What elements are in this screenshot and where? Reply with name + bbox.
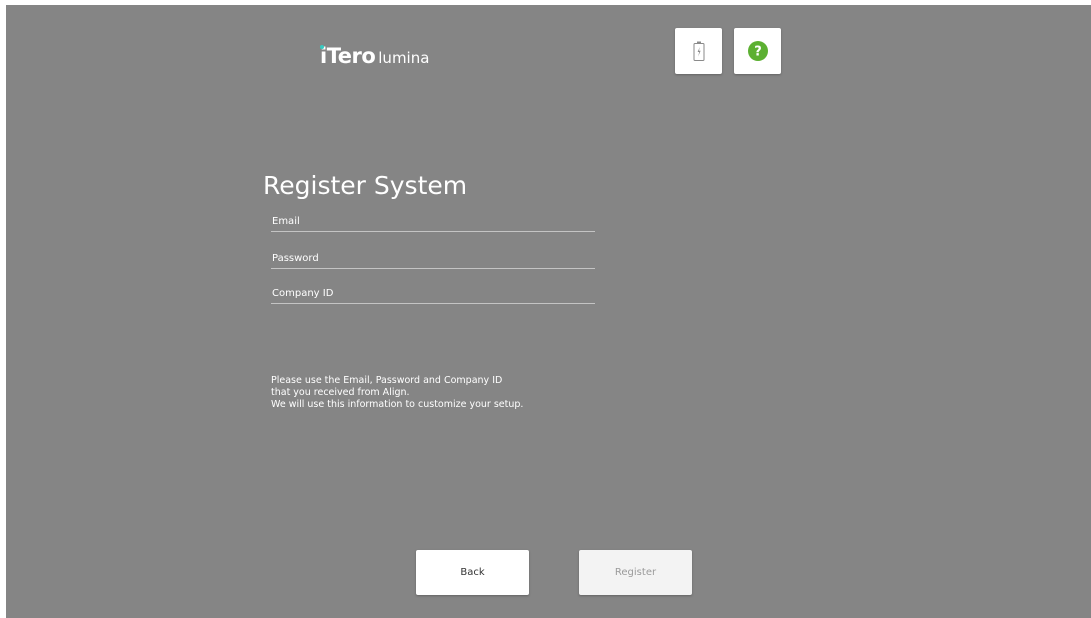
- password-field-wrapper: [271, 248, 595, 269]
- help-button[interactable]: ?: [734, 28, 781, 74]
- info-line: that you received from Align.: [271, 387, 410, 398]
- register-button[interactable]: Register: [579, 550, 692, 595]
- battery-button[interactable]: [675, 28, 722, 74]
- back-button[interactable]: Back: [416, 550, 529, 595]
- company-id-field[interactable]: [271, 283, 595, 304]
- logo-mark: iTero: [320, 44, 376, 68]
- help-icon: ?: [747, 40, 769, 62]
- svg-text:?: ?: [754, 45, 762, 60]
- itero-lumina-logo: iTero lumina: [320, 44, 429, 74]
- page-title: Register System: [263, 171, 468, 200]
- register-screen: iTero lumina ? Register System Plea: [6, 5, 1091, 618]
- email-field-wrapper: [271, 211, 595, 232]
- battery-charging-icon: [693, 41, 705, 61]
- info-line: We will use this information to customiz…: [271, 399, 524, 410]
- logo-mark-text: iTero: [320, 44, 376, 68]
- email-field[interactable]: [271, 211, 595, 232]
- password-field[interactable]: [271, 248, 595, 269]
- logo-accent-dot: [320, 45, 324, 49]
- company-id-field-wrapper: [271, 283, 595, 304]
- info-line: Please use the Email, Password and Compa…: [271, 375, 503, 386]
- registration-info-text: Please use the Email, Password and Compa…: [271, 375, 523, 411]
- logo-sub-text: lumina: [378, 49, 430, 67]
